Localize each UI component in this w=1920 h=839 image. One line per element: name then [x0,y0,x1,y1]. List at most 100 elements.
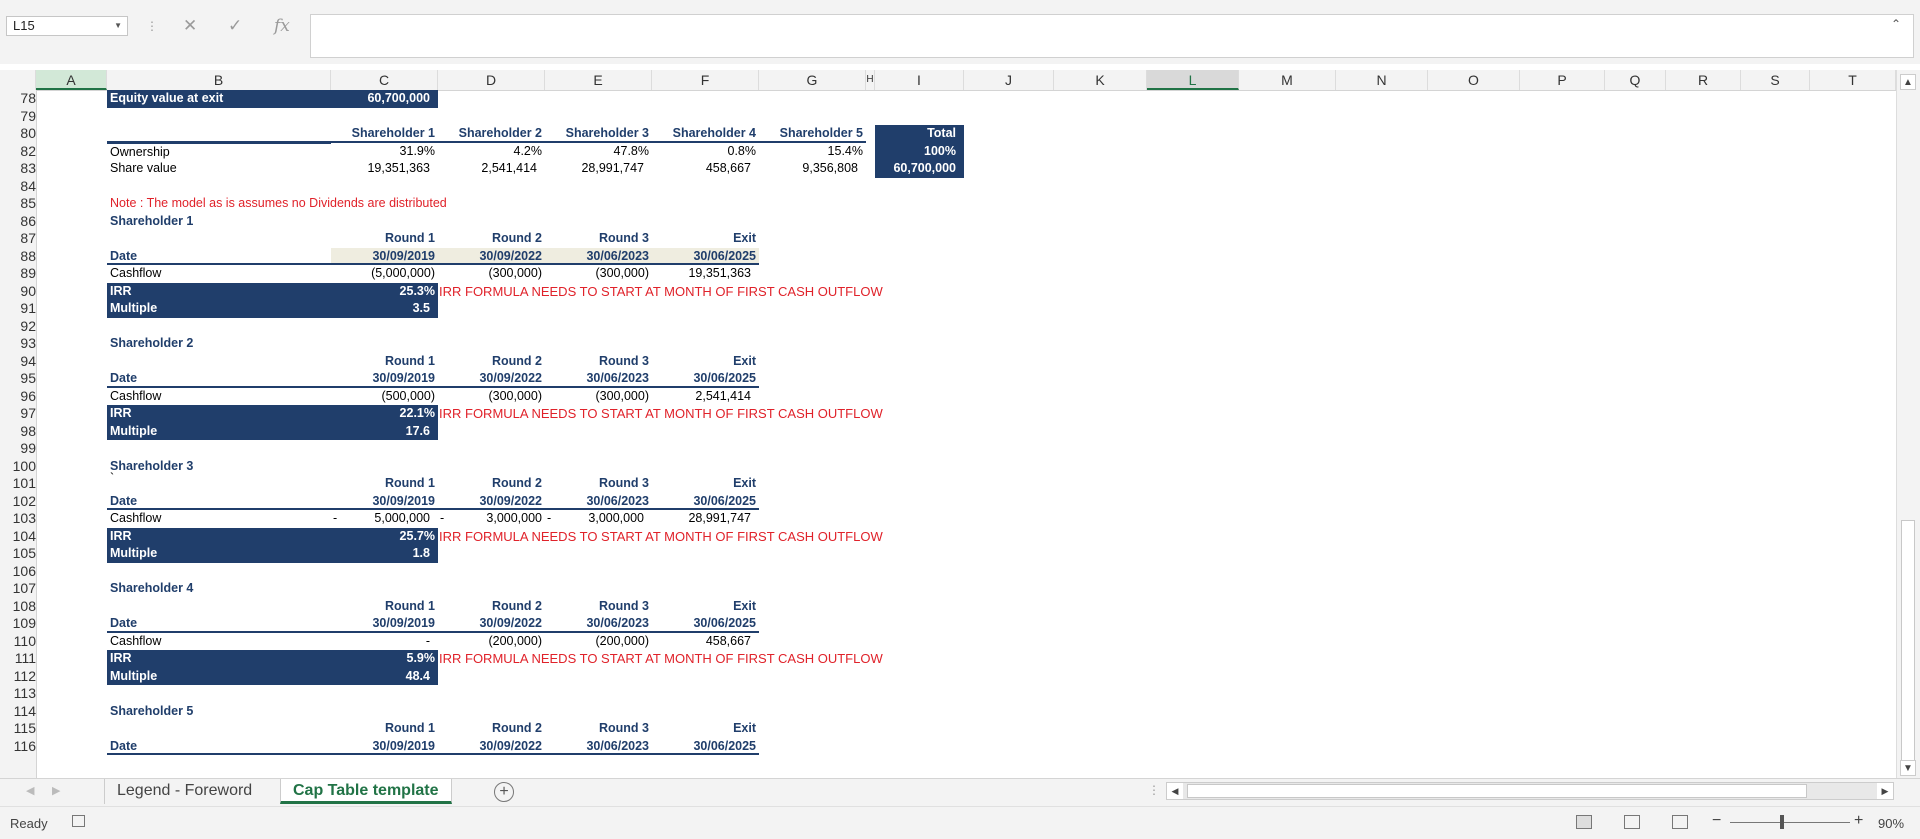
round-header[interactable]: Round 3 [545,353,652,371]
cashflow-value[interactable]: (300,000) [545,388,652,406]
round-date[interactable]: 30/09/2022 [438,247,545,265]
round-date[interactable]: 30/09/2019 [331,738,438,755]
cashflow-value[interactable]: 28,991,747 [652,510,759,528]
row-header[interactable]: 109 [0,615,36,633]
cashflow-value[interactable]: (5,000,000) [331,265,438,283]
zoom-out-icon[interactable]: − [1712,812,1721,830]
round-header[interactable]: Round 2 [438,475,545,493]
irr-label[interactable]: IRR [107,650,331,668]
zoom-slider-thumb[interactable] [1780,815,1784,829]
equity-label[interactable]: Equity value at exit [107,90,331,108]
multiple-value[interactable]: 17.6 [331,422,438,440]
worksheet-grid[interactable]: Equity value at exit 60,700,000 Sharehol… [36,90,1896,778]
ownership-value[interactable]: 47.8% [545,143,652,161]
column-header[interactable]: C [331,70,438,90]
ownership-label[interactable]: Ownership [107,142,331,161]
row-header[interactable]: 79 [0,108,36,126]
cashflow-value[interactable]: (300,000) [545,265,652,283]
zoom-level[interactable]: 90% [1878,816,1904,831]
round-header[interactable]: Exit [652,598,759,616]
column-header[interactable]: L [1147,70,1239,90]
ownership-total[interactable]: 100% [875,142,964,160]
round-date[interactable]: 30/09/2019 [331,493,438,510]
scroll-thumb[interactable] [1901,520,1915,764]
shareholder-title[interactable]: Shareholder 4 [107,580,331,598]
irr-warning[interactable]: IRR FORMULA NEEDS TO START AT MONTH OF F… [439,528,1039,546]
column-header[interactable]: G [759,70,866,90]
date-label[interactable]: Date [107,738,331,755]
share-value[interactable]: 28,991,747 [545,160,652,178]
round-date[interactable]: 30/09/2022 [438,370,545,388]
column-header[interactable]: I [875,70,964,90]
round-date[interactable]: 30/06/2023 [545,738,652,755]
normal-view-icon[interactable] [1576,815,1592,829]
round-header[interactable]: Round 1 [331,720,438,738]
round-date[interactable]: 30/09/2019 [331,247,438,265]
column-header[interactable]: K [1054,70,1147,90]
row-header[interactable]: 102 [0,493,36,511]
column-header[interactable]: N [1336,70,1428,90]
round-header[interactable]: Round 2 [438,598,545,616]
tab-legend-foreword[interactable]: Legend - Foreword [104,779,264,804]
column-header[interactable]: Q [1605,70,1666,90]
row-header[interactable]: 91 [0,300,36,318]
multiple-label[interactable]: Multiple [107,422,331,440]
irr-warning[interactable]: IRR FORMULA NEEDS TO START AT MONTH OF F… [439,405,1039,423]
row-header[interactable]: 97 [0,405,36,423]
cashflow-value[interactable]: 19,351,363 [652,265,759,283]
round-date[interactable]: 30/06/2025 [652,615,759,633]
round-header[interactable]: Round 1 [331,230,438,248]
row-header[interactable]: 116 [0,738,36,756]
round-header[interactable]: Round 2 [438,720,545,738]
share-value-label[interactable]: Share value [107,160,331,178]
column-header[interactable]: D [438,70,545,90]
cashflow-value[interactable]: 3,000,000 [438,510,545,528]
prev-sheet-icon[interactable]: ◀ [26,784,34,797]
row-header[interactable]: 83 [0,160,36,178]
round-header[interactable]: Round 1 [331,353,438,371]
cashflow-label[interactable]: Cashflow [107,388,331,406]
round-date[interactable]: 30/06/2023 [545,370,652,388]
row-header[interactable]: 115 [0,720,36,738]
column-header[interactable]: J [964,70,1054,90]
date-label[interactable]: Date [107,493,331,510]
ownership-value[interactable]: 4.2% [438,143,545,161]
row-header[interactable]: 111 [0,650,36,668]
round-date[interactable]: 30/06/2025 [652,493,759,510]
cashflow-value[interactable]: 3,000,000 [545,510,652,528]
round-date[interactable]: 30/06/2025 [652,370,759,388]
column-header[interactable]: E [545,70,652,90]
scroll-down-icon[interactable]: ▼ [1900,760,1916,776]
irr-warning[interactable]: IRR FORMULA NEEDS TO START AT MONTH OF F… [439,283,1039,301]
equity-value[interactable]: 60,700,000 [331,90,438,108]
column-header[interactable]: A [36,70,107,90]
row-header[interactable]: 113 [0,685,36,703]
row-header[interactable]: 99 [0,440,36,458]
column-header[interactable]: B [107,70,331,90]
next-sheet-icon[interactable]: ▶ [52,784,60,797]
cashflow-value[interactable]: 2,541,414 [652,388,759,406]
cashflow-value[interactable]: (200,000) [545,633,652,651]
round-header[interactable]: Exit [652,720,759,738]
row-header[interactable]: 87 [0,230,36,248]
row-header[interactable]: 96 [0,388,36,406]
round-date[interactable]: 30/09/2019 [331,615,438,633]
row-header[interactable]: 86 [0,213,36,231]
formula-input[interactable]: ⌃ [310,14,1914,58]
cashflow-value[interactable]: (300,000) [438,388,545,406]
round-header[interactable]: Round 3 [545,475,652,493]
zoom-slider-track[interactable] [1730,822,1850,823]
multiple-label[interactable]: Multiple [107,667,331,685]
round-date[interactable]: 30/06/2023 [545,247,652,265]
share-value[interactable]: 2,541,414 [438,160,545,178]
share-value[interactable]: 458,667 [652,160,759,178]
horizontal-scrollbar[interactable]: ◀ ▶ [1166,782,1894,800]
page-layout-view-icon[interactable] [1624,815,1640,829]
round-header[interactable]: Round 1 [331,475,438,493]
scroll-right-icon[interactable]: ▶ [1877,783,1893,799]
row-header[interactable]: 104 [0,528,36,546]
multiple-value[interactable]: 48.4 [331,667,438,685]
cancel-icon[interactable]: ✕ [183,16,197,36]
round-header[interactable]: Round 3 [545,720,652,738]
date-label[interactable]: Date [107,615,331,633]
